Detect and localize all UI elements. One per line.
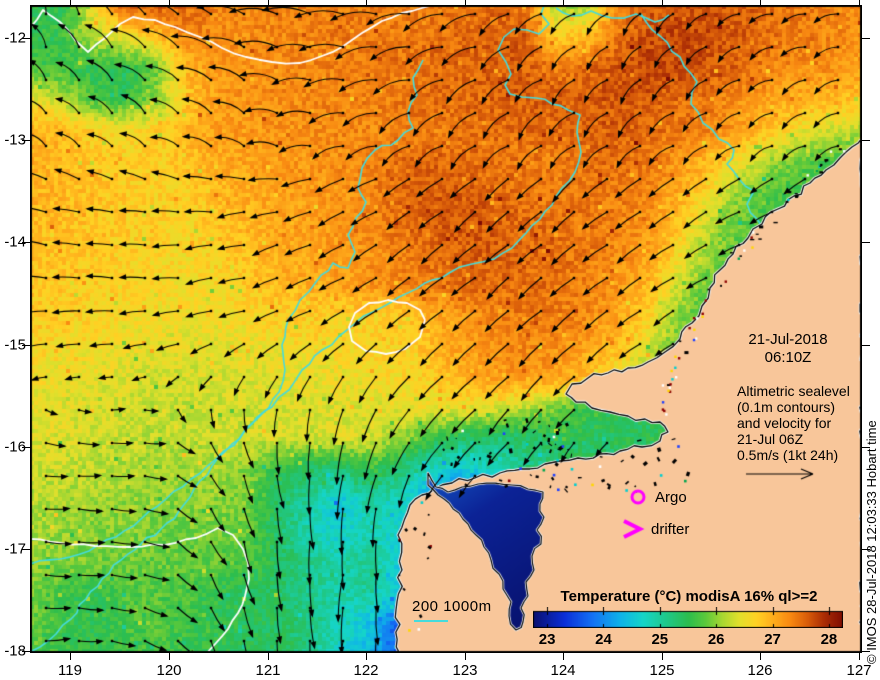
lon-tick-mark-top (365, 0, 367, 5)
lon-tick-mark-top (464, 0, 466, 5)
lon-tick-mark-top (858, 0, 860, 5)
altimetry-info-line: 0.5m/s (1kt 24h) (737, 447, 839, 463)
lon-tick-mark-top (168, 0, 170, 5)
altimetry-info-line: (0.1m contours) (737, 399, 836, 415)
lon-tick-mark-top (267, 0, 269, 5)
colorbar-tick-label: 23 (538, 631, 556, 648)
lat-tick-label: -16 (4, 438, 26, 456)
lon-tick-mark (858, 653, 860, 660)
colorbar-tick-label: 27 (764, 631, 781, 648)
lon-tick-label: 125 (649, 662, 675, 679)
lon-tick-mark (168, 653, 170, 660)
colorbar-tick-label: 26 (707, 631, 725, 648)
sst-map-product: { "map": {"left":30,"top":5,"width":832,… (0, 0, 880, 680)
colorbar-tick-label: 25 (651, 631, 669, 648)
altimetry-annotation: Altimetric sealevel (0.1m contours) and ve… (737, 383, 873, 463)
lat-tick-label: -15 (4, 336, 26, 354)
lon-tick-mark-top (759, 0, 761, 5)
altimetry-info-line: and velocity for (737, 415, 832, 431)
lon-tick-mark-top (562, 0, 564, 5)
lon-tick-label: 124 (550, 662, 576, 679)
lat-tick-mark-right (862, 241, 870, 243)
colorbar (533, 607, 843, 628)
colorbar-tick-label: 24 (595, 631, 612, 648)
lon-tick-label: 126 (747, 662, 773, 679)
lat-tick-label: -13 (4, 131, 26, 149)
colorbar-tick-label: 28 (820, 631, 838, 648)
date-line: 21-Jul-2018 (748, 331, 828, 348)
isobath-legend-line (414, 620, 448, 622)
altimetry-info-line: 21-Jul 06Z (737, 431, 804, 447)
lat-tick-mark-right (862, 446, 870, 448)
lon-tick-mark (661, 653, 663, 660)
date-annotation: 21-Jul-2018 06:10Z (730, 331, 846, 367)
lon-tick-label: 122 (353, 662, 379, 679)
time-line: 06:10Z (764, 349, 812, 366)
lon-tick-label: 119 (58, 662, 82, 679)
lat-tick-mark-right (862, 344, 870, 346)
lat-tick-label: -17 (4, 540, 26, 558)
credit-text: © IMOS 28-Jul-2018 12:03:33 Hobart time (864, 420, 879, 664)
sst-map-canvas (30, 5, 862, 653)
lon-tick-mark (69, 653, 71, 660)
lon-tick-mark (464, 653, 466, 660)
lat-tick-mark-right (862, 139, 870, 141)
lat-tick-label: -18 (4, 642, 26, 660)
lat-tick-mark-right (862, 548, 870, 550)
lon-tick-mark (267, 653, 269, 660)
lon-tick-mark-top (69, 0, 71, 5)
lon-tick-label: 120 (156, 662, 182, 679)
lat-tick-mark-right (862, 650, 870, 652)
argo-legend-label: Argo (655, 489, 687, 506)
colorbar-title: Temperature (°C) modisA 16% ql>=2 (560, 588, 818, 605)
altimetry-info-line: Altimetric sealevel (737, 383, 850, 399)
lon-tick-label: 123 (452, 662, 478, 679)
lon-tick-label: 121 (255, 662, 281, 679)
drifter-legend-label: drifter (651, 521, 690, 538)
lon-tick-mark (365, 653, 367, 660)
lon-tick-mark (562, 653, 564, 660)
isobath-legend-label: 200 1000m (412, 598, 492, 615)
lon-tick-label: 127 (846, 662, 872, 679)
lat-tick-label: -12 (4, 29, 26, 47)
lon-tick-mark (759, 653, 761, 660)
lon-tick-mark-top (661, 0, 663, 5)
lat-tick-label: -14 (4, 233, 26, 251)
lat-tick-mark-right (862, 37, 870, 39)
